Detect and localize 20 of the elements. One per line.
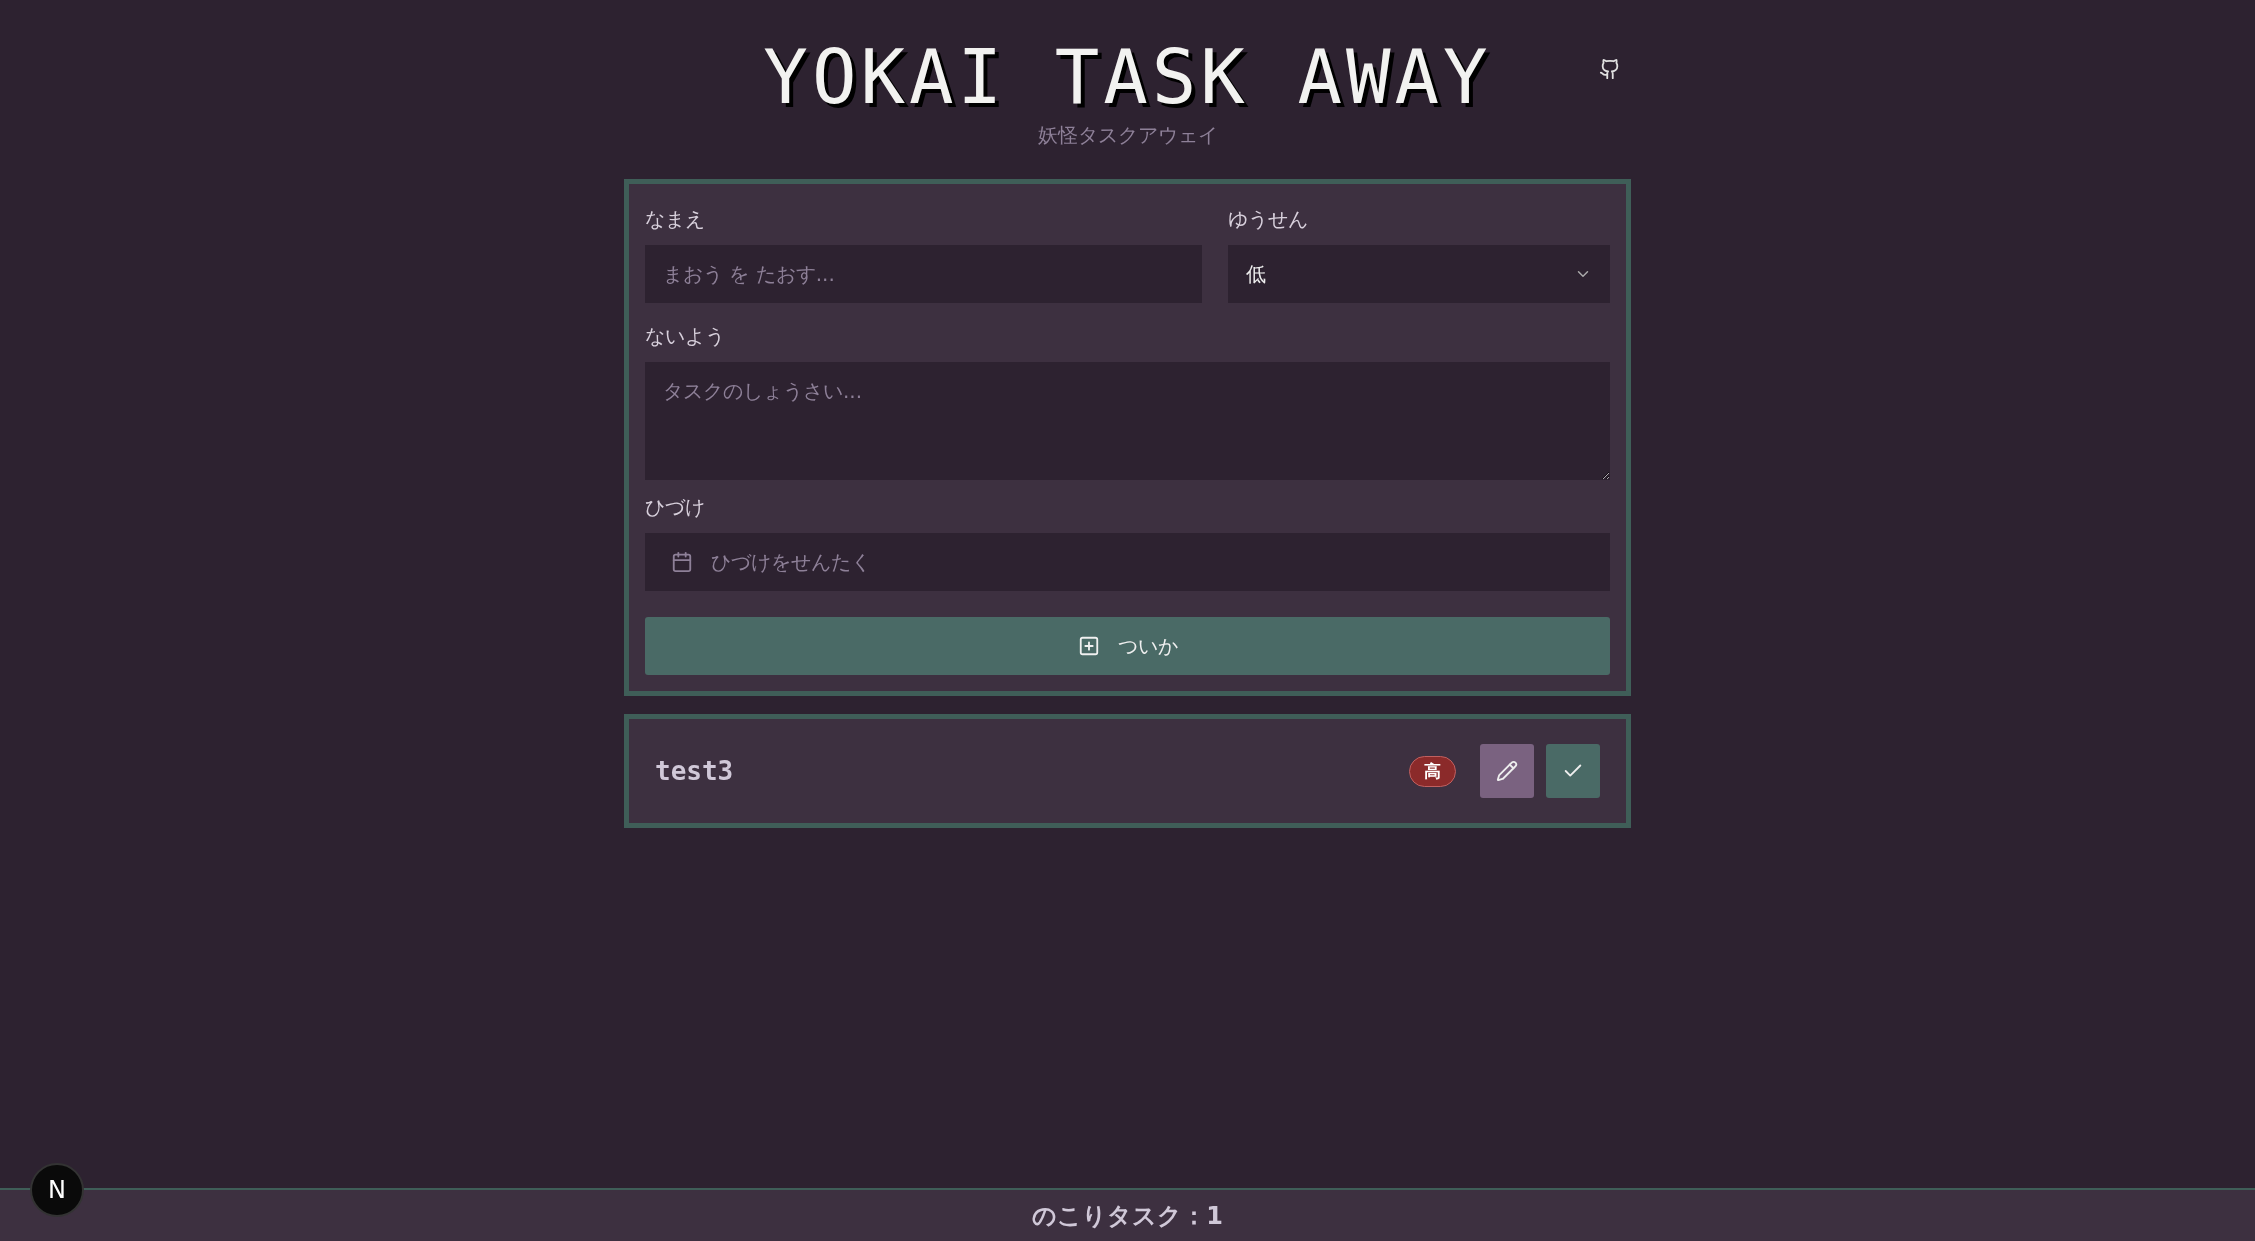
date-picker[interactable]: ひづけをせんたく (645, 533, 1610, 591)
add-button[interactable]: ついか (645, 617, 1610, 675)
edit-button[interactable] (1480, 744, 1534, 798)
github-icon[interactable] (1599, 58, 1621, 80)
priority-select[interactable]: 低 (1228, 245, 1610, 303)
field-label: ゆうせん (1228, 206, 1309, 233)
field-label: ひづけ (645, 494, 706, 521)
name-input[interactable]: まおう を たおす... (645, 245, 1202, 303)
app-subtitle: 妖怪タスクアウェイ (1037, 122, 1218, 149)
remaining-count: のこりタスク：1 (1032, 1200, 1223, 1232)
app-title: YOKAI TASK AWAY (763, 40, 1492, 114)
field-label: なまえ (645, 206, 706, 233)
dev-badge[interactable]: N (30, 1163, 84, 1217)
pencil-icon (1496, 760, 1518, 782)
task-name: test3 (655, 756, 735, 786)
priority-badge: 高 (1409, 755, 1456, 787)
field-label: ないよう (645, 323, 726, 350)
calendar-icon (671, 551, 693, 573)
content-textarea[interactable]: タスクのしょうさい... (645, 362, 1610, 480)
plus-icon (1077, 635, 1100, 657)
